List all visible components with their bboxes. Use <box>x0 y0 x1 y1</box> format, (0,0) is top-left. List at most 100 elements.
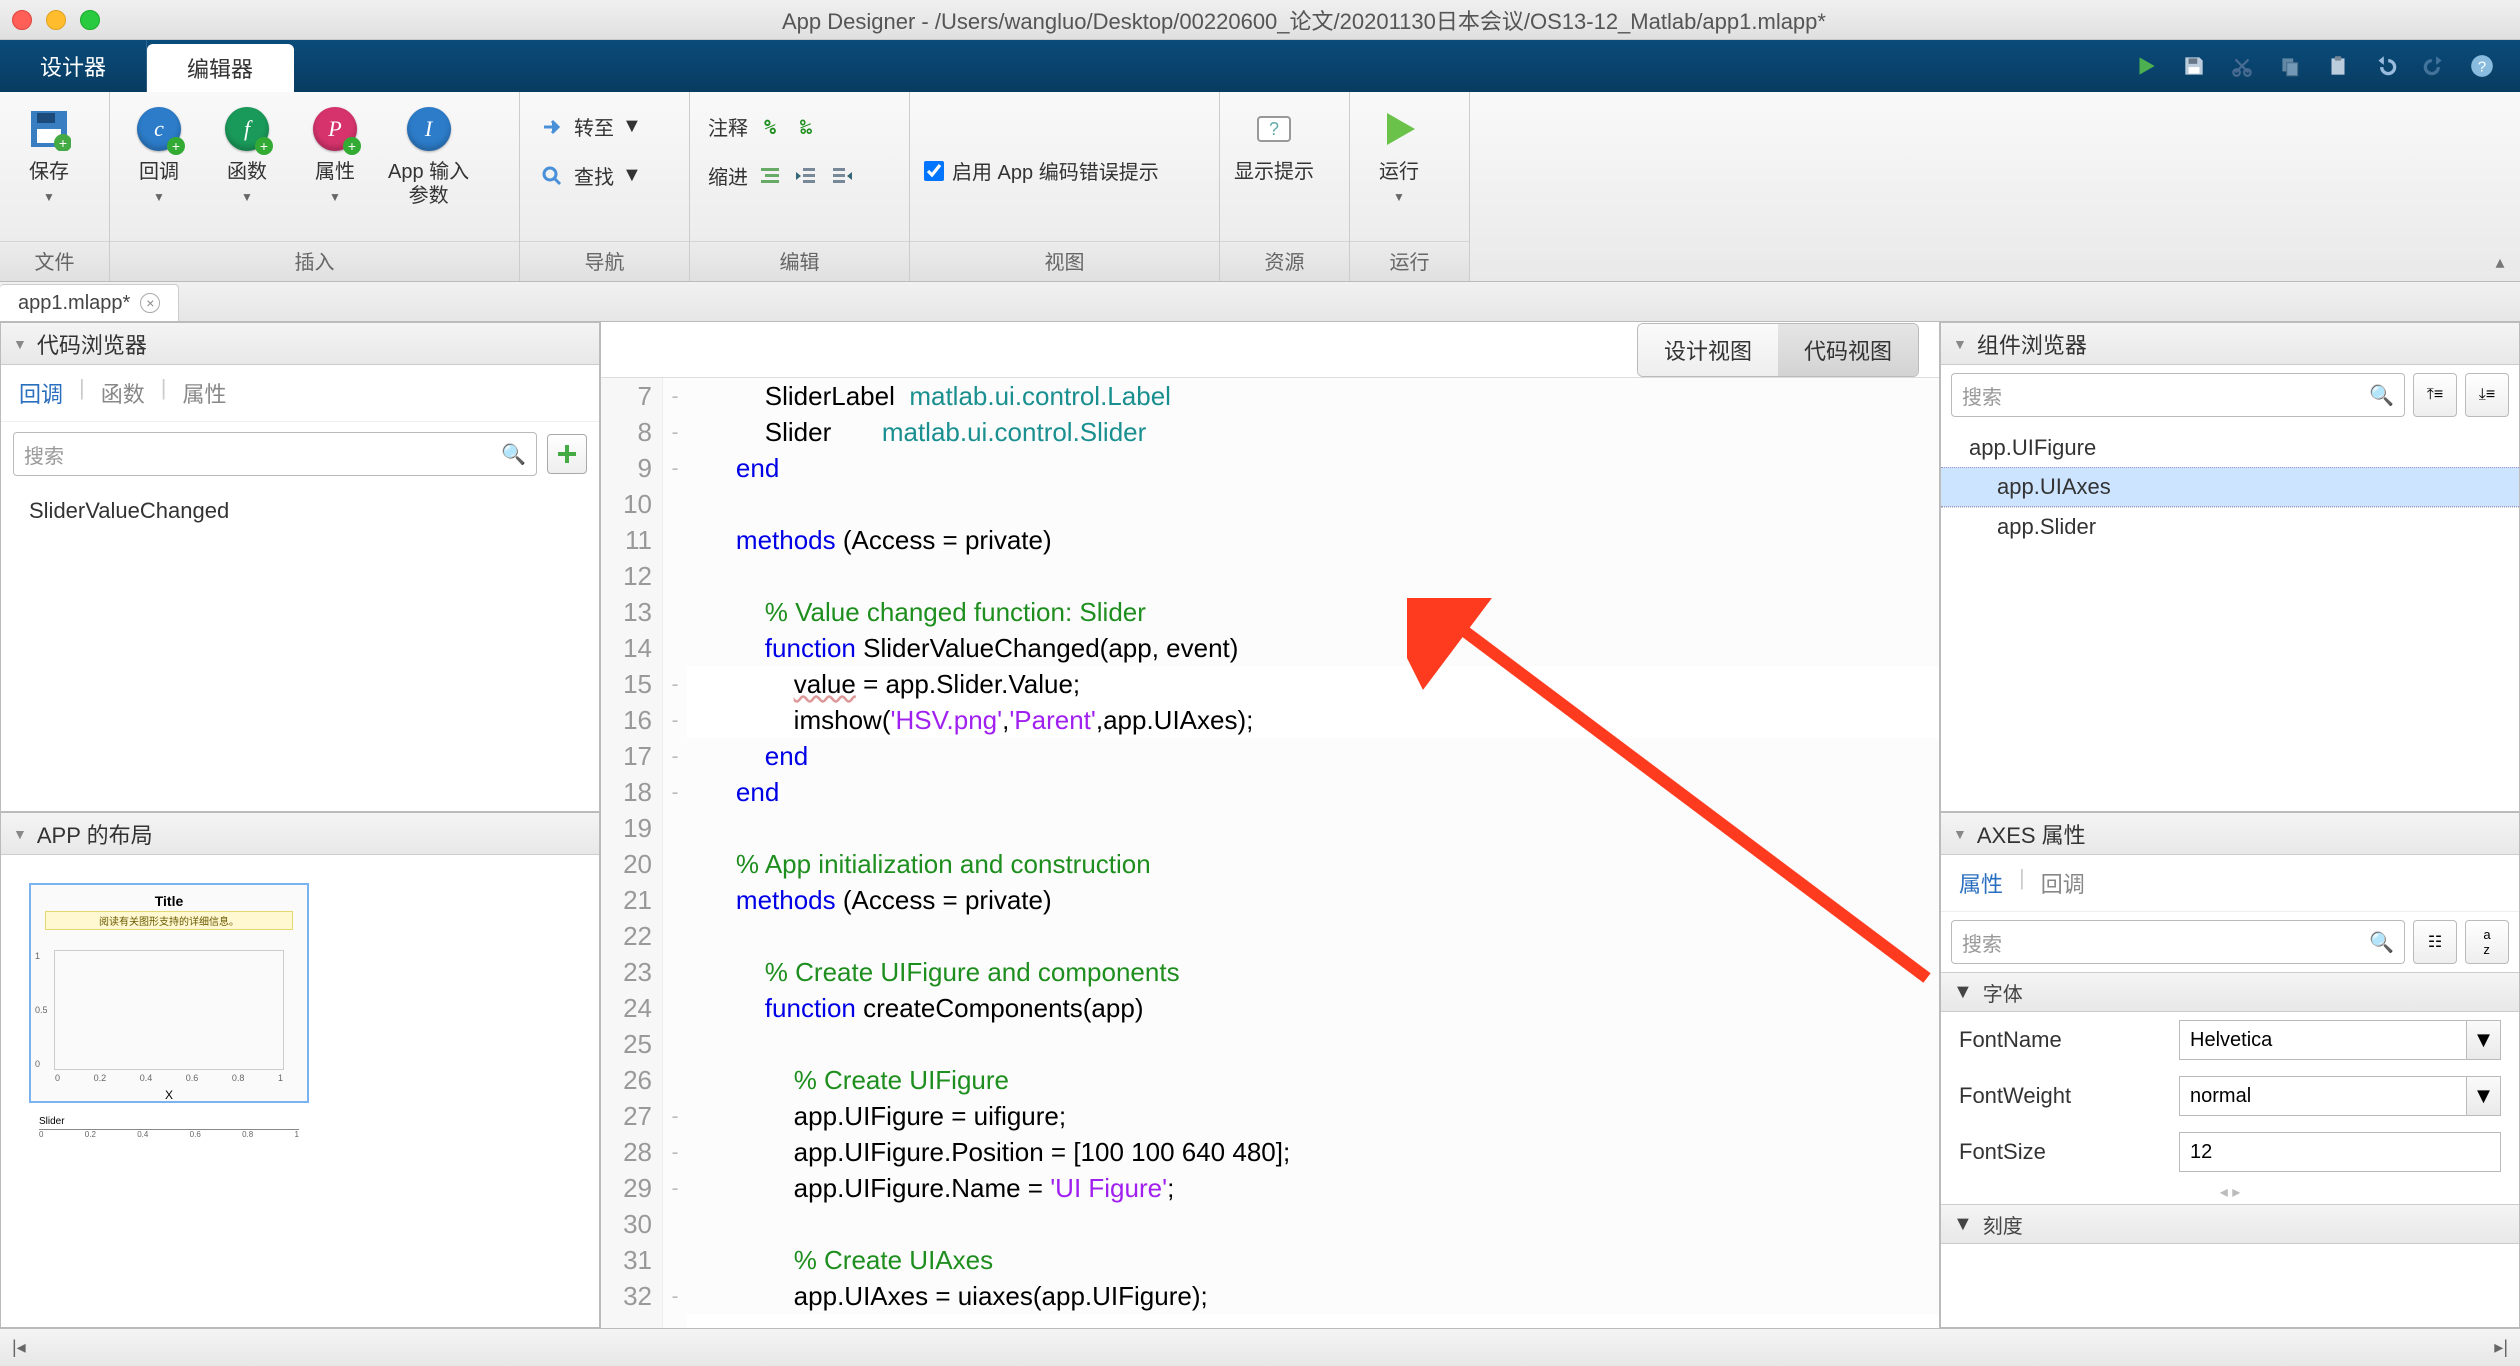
add-callback-button[interactable] <box>547 434 587 474</box>
comment-add-icon[interactable]: % <box>756 113 784 141</box>
app-layout-panel: ▼ APP 的布局 Title 阅读有关图形支持的详细信息。 10.50 00.2… <box>0 812 600 1328</box>
props-search-input[interactable]: 搜索🔍 <box>1951 920 2405 964</box>
quick-undo-button[interactable] <box>2368 48 2404 84</box>
layout-preview-figure[interactable]: Title 阅读有关图形支持的详细信息。 10.50 00.20.40.60.8… <box>29 883 309 1103</box>
code-line: function createComponents(app) <box>687 990 1939 1026</box>
component-browser-title: 组件浏览器 <box>1977 328 2087 360</box>
code-line <box>687 558 1939 594</box>
toolstrip-collapse-button[interactable]: ▴ <box>2480 92 2520 281</box>
close-window-button[interactable] <box>12 10 32 30</box>
maximize-window-button[interactable] <box>80 10 100 30</box>
quick-paste-button[interactable] <box>2320 48 2356 84</box>
collapse-tree-button[interactable]: ⤓≡ <box>2465 373 2509 417</box>
code-editor[interactable]: 7891011121314151617181920212223242526272… <box>601 378 1939 1328</box>
component-search-input[interactable]: 搜索🔍 <box>1951 373 2405 417</box>
goto-button[interactable]: 转至 ▼ <box>534 108 646 145</box>
fontsize-input[interactable]: 12 <box>2179 1132 2501 1172</box>
props-tab[interactable]: 属性 <box>1955 865 2007 901</box>
indent-right-icon[interactable] <box>828 162 856 190</box>
file-tab-label: app1.mlapp* <box>18 292 130 315</box>
insert-property-button[interactable]: P+ 属性▼ <box>300 104 370 204</box>
code-browser-search-input[interactable]: 搜索🔍 <box>13 432 537 476</box>
svg-text:?: ? <box>1269 119 1279 139</box>
props-view-mode-button[interactable]: ☷ <box>2413 920 2457 964</box>
quick-cut-button[interactable] <box>2224 48 2260 84</box>
props-sort-button[interactable]: az <box>2465 920 2509 964</box>
group-edit-label: 编辑 <box>690 241 909 281</box>
code-line[interactable]: imshow('HSV.png','Parent',app.UIAxes); <box>687 702 1939 738</box>
window-title: App Designer - /Users/wangluo/Desktop/00… <box>100 4 2508 36</box>
code-line: app.UIFigure.Name = 'UI Figure'; <box>687 1170 1939 1206</box>
comment-remove-icon[interactable]: ‰ <box>792 113 820 141</box>
fontweight-dropdown-button[interactable]: ▼ <box>2467 1076 2501 1116</box>
nav-last-button[interactable]: ▸| <box>2494 1337 2508 1358</box>
tab-callbacks[interactable]: 回调 <box>15 375 67 411</box>
group-run-label: 运行 <box>1350 241 1469 281</box>
find-button[interactable]: 查找 ▼ <box>534 157 646 194</box>
tab-properties[interactable]: 属性 <box>178 375 230 411</box>
design-view-toggle[interactable]: 设计视图 <box>1638 324 1778 376</box>
close-file-icon[interactable]: × <box>140 293 160 313</box>
nav-first-button[interactable]: |◂ <box>12 1337 26 1358</box>
code-line: methods (Access = private) <box>687 522 1939 558</box>
code-line: % Value changed function: Slider <box>687 594 1939 630</box>
quick-run-button[interactable] <box>2128 48 2164 84</box>
tree-item-slider[interactable]: app.Slider <box>1941 507 2519 546</box>
svg-text:?: ? <box>2478 58 2486 75</box>
code-browser-panel: ▼代码浏览器 回调 | 函数 | 属性 搜索🔍 SliderValueChang… <box>0 322 600 812</box>
expand-tree-button[interactable]: ⤒≡ <box>2413 373 2457 417</box>
tab-editor[interactable]: 编辑器 <box>147 44 294 92</box>
indent-row: 缩进 <box>704 157 860 194</box>
group-view-label: 视图 <box>910 241 1219 281</box>
svg-text:+: + <box>59 135 67 151</box>
minimize-window-button[interactable] <box>46 10 66 30</box>
save-button[interactable]: + 保存▼ <box>14 104 84 204</box>
tab-functions[interactable]: 函数 <box>97 375 149 411</box>
search-icon: 🔍 <box>2369 930 2394 955</box>
show-hints-button[interactable]: ? 显示提示 <box>1234 104 1314 184</box>
fontweight-label: FontWeight <box>1959 1083 2159 1109</box>
tab-designer[interactable]: 设计器 <box>0 40 147 92</box>
indent-auto-icon[interactable] <box>756 162 784 190</box>
indent-left-icon[interactable] <box>792 162 820 190</box>
code-line: % Create UIAxes <box>687 1242 1939 1278</box>
run-button[interactable]: 运行▼ <box>1364 104 1434 204</box>
callback-list-item[interactable]: SliderValueChanged <box>1 490 599 532</box>
insert-function-button[interactable]: f+ 函数▼ <box>212 104 282 204</box>
collapse-icon[interactable]: ▼ <box>13 826 27 842</box>
collapse-icon[interactable]: ▼ <box>1953 826 1967 842</box>
code-line: app.UIFigure = uifigure; <box>687 1098 1939 1134</box>
fontweight-input[interactable]: normal <box>2179 1076 2467 1116</box>
enable-errors-checkbox[interactable]: 启用 App 编码错误提示 <box>924 156 1159 185</box>
code-line: end <box>687 774 1939 810</box>
fontname-dropdown-button[interactable]: ▼ <box>2467 1020 2501 1060</box>
axes-properties-title: AXES 属性 <box>1977 818 2086 850</box>
quick-help-button[interactable]: ? <box>2464 48 2500 84</box>
code-line[interactable]: value = app.Slider.Value; <box>687 666 1939 702</box>
code-line <box>687 810 1939 846</box>
code-line: end <box>687 450 1939 486</box>
tree-item-uifigure[interactable]: app.UIFigure <box>1941 429 2519 467</box>
collapse-icon[interactable]: ▼ <box>13 336 27 352</box>
insert-callback-button[interactable]: c+ 回调▼ <box>124 104 194 204</box>
code-view-toggle[interactable]: 代码视图 <box>1778 324 1918 376</box>
code-line <box>687 918 1939 954</box>
tree-item-uiaxes[interactable]: app.UIAxes <box>1941 467 2519 507</box>
group-nav-label: 导航 <box>520 241 689 281</box>
callbacks-tab[interactable]: 回调 <box>2037 865 2089 901</box>
file-tab[interactable]: app1.mlapp* × <box>0 284 179 321</box>
quick-save-button[interactable] <box>2176 48 2212 84</box>
code-line: SliderLabel matlab.ui.control.Label <box>687 378 1939 414</box>
fontname-input[interactable]: Helvetica <box>2179 1020 2467 1060</box>
app-layout-title: APP 的布局 <box>37 818 153 850</box>
code-line: app.UIAxes = uiaxes(app.UIFigure); <box>687 1278 1939 1314</box>
font-section-label[interactable]: 字体 <box>1983 978 2023 1007</box>
main-tabbar: 设计器 编辑器 ? <box>0 40 2520 92</box>
collapse-icon[interactable]: ▼ <box>1953 336 1967 352</box>
code-line <box>687 486 1939 522</box>
quick-copy-button[interactable] <box>2272 48 2308 84</box>
quick-redo-button[interactable] <box>2416 48 2452 84</box>
ticks-section-label[interactable]: 刻度 <box>1983 1210 2023 1239</box>
fontsize-label: FontSize <box>1959 1139 2159 1165</box>
app-input-args-button[interactable]: I App 输入 参数 <box>388 104 469 208</box>
